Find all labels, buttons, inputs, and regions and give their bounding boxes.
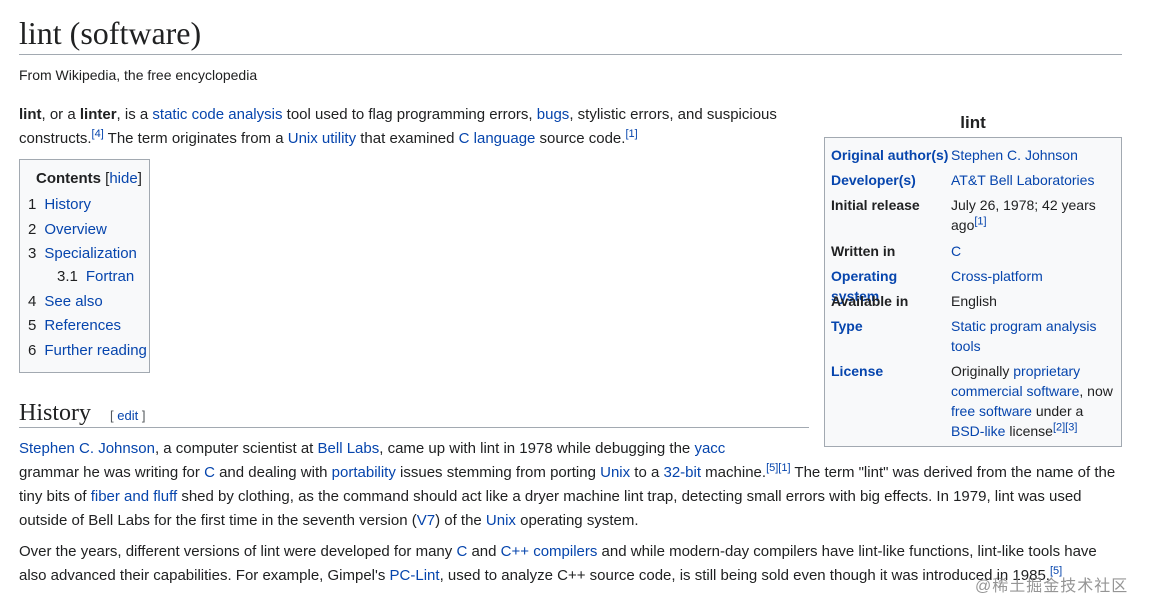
infobox-label: Initial release bbox=[831, 197, 920, 213]
link-32-bit[interactable]: 32-bit bbox=[663, 464, 701, 481]
infobox: Original author(s) Stephen C. Johnson De… bbox=[824, 137, 1122, 447]
link-bell-labs[interactable]: Bell Labs bbox=[318, 440, 380, 457]
infobox-label: Available in bbox=[831, 293, 909, 309]
infobox-value[interactable]: C bbox=[951, 241, 1117, 261]
reference-link[interactable]: [1] bbox=[974, 215, 986, 227]
link-cpp-compilers[interactable]: C++ compilers bbox=[501, 543, 598, 560]
history-paragraph-2: Over the years, different versions of li… bbox=[19, 543, 1097, 584]
toc-item-see-also[interactable]: 4 See also bbox=[28, 292, 103, 312]
link-stephen-johnson[interactable]: Stephen C. Johnson bbox=[19, 440, 155, 457]
link-static-code-analysis[interactable]: static code analysis bbox=[152, 106, 282, 123]
link-free-software[interactable]: free software bbox=[951, 403, 1032, 419]
infobox-label[interactable]: Type bbox=[831, 316, 949, 336]
toc-item-references[interactable]: 5 References bbox=[28, 316, 121, 336]
watermark: @稀土掘金技术社区 bbox=[975, 578, 1129, 595]
link-v7[interactable]: V7 bbox=[417, 512, 435, 529]
infobox-value: July 26, 1978; 42 years ago[1] bbox=[951, 197, 1096, 233]
history-section-heading: History [ edit ] bbox=[19, 399, 809, 428]
history-title: History bbox=[19, 400, 91, 426]
toc-heading: Contents [hide] bbox=[36, 170, 142, 187]
infobox-title: lint bbox=[960, 113, 986, 132]
toc-item-further-reading[interactable]: 6 Further reading bbox=[28, 341, 147, 361]
toc-item-overview[interactable]: 2 Overview bbox=[28, 220, 107, 240]
reference-link[interactable]: [1] bbox=[778, 462, 790, 474]
link-c[interactable]: C bbox=[456, 543, 467, 560]
toc-item-specialization[interactable]: 3 Specialization bbox=[28, 244, 137, 264]
history-paragraph-1: Stephen C. Johnson, a computer scientist… bbox=[19, 440, 1116, 529]
term-lint: lint bbox=[19, 106, 42, 123]
link-yacc[interactable]: yacc bbox=[694, 440, 725, 457]
history-edit-section: [ edit ] bbox=[110, 408, 146, 423]
reference-link[interactable]: [2][3] bbox=[1053, 421, 1077, 433]
reference-link[interactable]: [5] bbox=[1050, 565, 1062, 577]
page-title: lint (software) bbox=[19, 15, 202, 51]
infobox-value: Originally proprietary commercial softwa… bbox=[951, 363, 1113, 439]
toc-hide-link[interactable]: hide bbox=[109, 170, 137, 187]
toc-title: Contents bbox=[36, 170, 101, 187]
infobox-value[interactable]: Cross-platform bbox=[951, 266, 1117, 286]
site-tagline: From Wikipedia, the free encyclopedia bbox=[19, 67, 258, 83]
infobox-value[interactable]: AT&T Bell Laboratories bbox=[951, 170, 1117, 190]
link-pc-lint[interactable]: PC-Lint bbox=[390, 567, 440, 584]
toc-item-history[interactable]: 1 History bbox=[28, 195, 91, 215]
reference-link[interactable]: [5] bbox=[766, 462, 778, 474]
link-unix[interactable]: Unix bbox=[600, 464, 630, 481]
infobox-value: English bbox=[951, 293, 997, 309]
infobox-label[interactable]: License bbox=[831, 361, 949, 381]
link-unix[interactable]: Unix bbox=[486, 512, 516, 529]
infobox-label: Written in bbox=[831, 243, 896, 259]
table-of-contents: Contents [hide] 1 History 2 Overview 3 Spec… bbox=[19, 159, 150, 373]
link-bugs[interactable]: bugs bbox=[537, 106, 570, 123]
reference-link[interactable]: [4] bbox=[92, 128, 104, 140]
link-c-language[interactable]: C language bbox=[459, 130, 536, 147]
title-divider bbox=[19, 54, 1122, 55]
infobox-value[interactable]: Static program analysis tools bbox=[951, 316, 1117, 356]
link-c[interactable]: C bbox=[204, 464, 215, 481]
link-portability[interactable]: portability bbox=[332, 464, 396, 481]
link-fiber-and-fluff[interactable]: fiber and fluff bbox=[91, 488, 177, 505]
edit-link[interactable]: edit bbox=[117, 408, 138, 423]
link-bsd-like[interactable]: BSD-like bbox=[951, 423, 1005, 439]
infobox-value[interactable]: Stephen C. Johnson bbox=[951, 145, 1117, 165]
link-unix-utility[interactable]: Unix utility bbox=[288, 130, 356, 147]
infobox-label[interactable]: Developer(s) bbox=[831, 170, 949, 190]
reference-link[interactable]: [1] bbox=[625, 128, 637, 140]
toc-item-fortran[interactable]: 3.1 Fortran bbox=[57, 267, 134, 287]
infobox-label[interactable]: Original author(s) bbox=[831, 145, 949, 165]
term-linter: linter bbox=[79, 106, 117, 123]
lead-paragraph: lint, or a linter, is a static code anal… bbox=[19, 106, 777, 147]
